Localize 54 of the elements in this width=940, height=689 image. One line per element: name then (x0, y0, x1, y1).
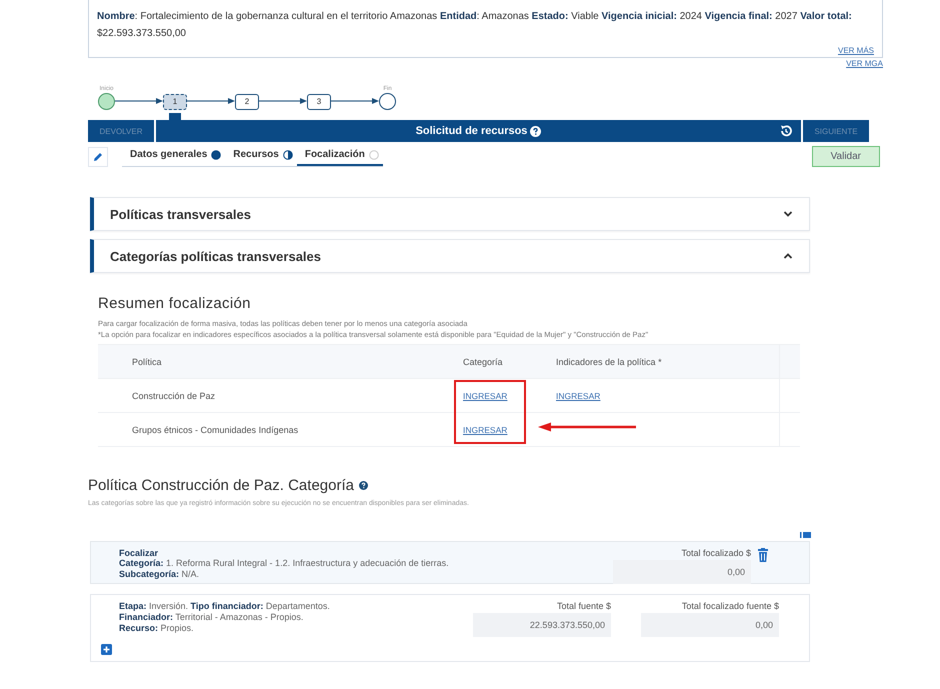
connector-arrow (259, 96, 307, 106)
pencil-icon (92, 150, 104, 162)
step-node[interactable]: 2 (235, 94, 259, 110)
connector-arrow (115, 96, 163, 106)
total-label: Total focalizado fuente $ (682, 601, 779, 611)
list-icon[interactable] (800, 531, 811, 539)
step-node[interactable]: 1 (163, 94, 187, 110)
card-heading: Focalizar (119, 548, 160, 558)
see-more-link[interactable]: VER MÁS (838, 46, 874, 55)
total-value-field: 0,00 (613, 560, 751, 584)
section-tab[interactable]: Datos generales (122, 146, 226, 166)
accordion-title: Políticas transversales (110, 206, 251, 222)
detail-text: Recurso: Propios. (119, 623, 195, 634)
enter-link[interactable]: INGRESAR (463, 390, 508, 400)
section-tab[interactable]: Focalización (296, 146, 383, 166)
section-tab[interactable]: Recursos (225, 146, 297, 166)
start-node (98, 93, 115, 110)
column-header: Categoría (460, 344, 553, 378)
filled-circle-icon (211, 150, 222, 160)
connector-arrow (187, 96, 235, 106)
page-title: Solicitud de recursos (416, 125, 528, 137)
empty-circle-icon (368, 150, 379, 160)
edit-button[interactable] (88, 146, 108, 166)
total-label: Total focalizado $ (681, 548, 751, 558)
detail-text: Etapa: Inversión. Tipo financiador: Departamentos. (119, 601, 331, 612)
section-title: Resumen focalización (98, 295, 252, 312)
table-cell: Grupos étnicos - Comunidades Indígenas (132, 424, 298, 434)
see-mga-link[interactable]: VER MGA (846, 59, 883, 68)
section-title: Política Construcción de Paz. Categoría (88, 477, 354, 494)
end-node (379, 93, 396, 110)
accordion-title: Categorías políticas transversales (110, 248, 321, 264)
detail-text: Categoría: 1. Reforma Rural Integral - 1.2. Infraestructura y adecuación de tierras. (119, 558, 450, 569)
total-value-field: 22.593.373.550,00 (473, 613, 611, 637)
enter-link[interactable]: INGRESAR (463, 424, 508, 434)
project-info-text: Nombre: Fortalecimiento de la gobernanza cultural en el territorio Amazonas Entidad: Amazonas Estado: Viable Vigencia inicial: 2024 Vigencia final: 2027 Valor total: $22.593.373.550,00 (97, 10, 853, 41)
table-cell: Construcción de Paz (132, 390, 216, 400)
add-icon[interactable] (101, 644, 112, 655)
total-value-field: 0,00 (641, 613, 779, 637)
enter-link[interactable]: INGRESAR (556, 390, 600, 400)
info-icon[interactable] (358, 481, 368, 490)
detail-text: Subcategoría: N/A. (119, 569, 200, 580)
reset-icon[interactable] (779, 124, 793, 138)
help-icon[interactable] (530, 126, 542, 136)
column-header: Política (132, 344, 460, 378)
accordion-header[interactable]: Categorías políticas transversales (90, 239, 810, 273)
trash-icon[interactable] (757, 548, 769, 562)
column-header: Indicadores de la política * (553, 344, 780, 378)
accordion-header[interactable]: Políticas transversales (90, 197, 810, 231)
validate-button[interactable]: Validar (812, 146, 880, 167)
connector-arrow (331, 96, 379, 106)
total-label: Total fuente $ (556, 601, 611, 611)
half-circle-icon (282, 150, 293, 160)
step-node[interactable]: 3 (307, 94, 331, 110)
detail-text: Financiador: Territorial - Amazonas - Propios. (119, 612, 304, 623)
